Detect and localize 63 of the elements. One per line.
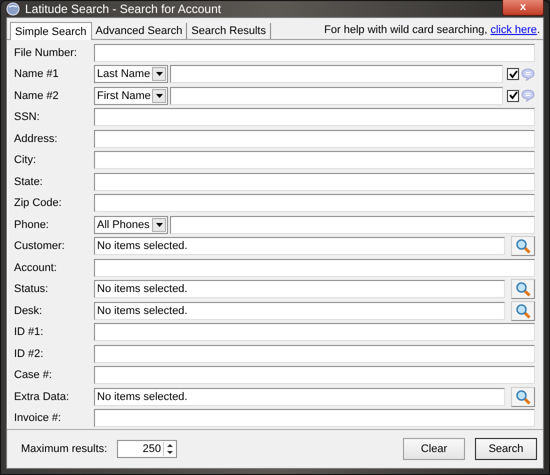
selection-field[interactable]: No items selected.: [94, 388, 505, 406]
dropdown[interactable]: First Name: [94, 86, 168, 105]
input-field[interactable]: [94, 130, 535, 148]
close-button[interactable]: x: [502, 0, 544, 16]
field-label: Status:: [14, 283, 50, 296]
field-label: Extra Data:: [14, 390, 70, 403]
input-field[interactable]: [94, 151, 535, 170]
field-label: Desk:: [14, 304, 44, 317]
search-icon: [515, 388, 531, 405]
search-button[interactable]: [511, 300, 535, 321]
field-label: ID #2:: [14, 348, 44, 360]
window-title: Latitude Search - Search for Account: [25, 2, 222, 16]
help-link[interactable]: click here: [490, 24, 537, 36]
caret-icon: [156, 72, 162, 76]
field-label: File Number:: [14, 46, 78, 59]
action-button[interactable]: Clear: [403, 438, 465, 460]
input-field[interactable]: [170, 86, 503, 105]
input-field[interactable]: [170, 65, 503, 84]
input-field[interactable]: [94, 344, 535, 363]
field-label: Name #1: [14, 68, 60, 80]
caret-icon: [156, 94, 162, 98]
search-icon: [515, 281, 531, 298]
search-icon: [515, 238, 531, 254]
field-label: Customer:: [14, 240, 66, 252]
max-results-label: Maximum results:: [21, 443, 108, 455]
dropdown[interactable]: All Phones: [94, 216, 168, 234]
input-field[interactable]: [94, 194, 535, 212]
field-label: Invoice #:: [14, 412, 62, 424]
field-label: ID #1:: [14, 326, 44, 338]
action-button[interactable]: Search: [475, 438, 537, 460]
dropdown[interactable]: Last Name: [94, 65, 168, 84]
checkbox[interactable]: [507, 68, 519, 80]
input-field[interactable]: [94, 108, 535, 126]
spin-arrows-icon: [166, 442, 174, 456]
number-spinner[interactable]: 250: [117, 440, 177, 458]
input-field[interactable]: [94, 172, 535, 191]
caret-icon: [156, 222, 162, 227]
field-label: Zip Code:: [14, 197, 63, 210]
input-field[interactable]: [94, 366, 535, 384]
input-field[interactable]: [94, 323, 535, 342]
tab[interactable]: Simple Search: [10, 22, 92, 40]
search-button[interactable]: [511, 386, 535, 407]
input-field[interactable]: [170, 216, 535, 234]
input-field[interactable]: [94, 409, 535, 428]
globe-icon: [6, 2, 20, 16]
field-label: Name #2: [14, 90, 60, 102]
field-label: Phone:: [14, 218, 50, 231]
checkbox[interactable]: [507, 90, 519, 102]
search-button[interactable]: [511, 236, 535, 256]
field-label: Account:: [14, 262, 58, 274]
input-field[interactable]: [94, 44, 535, 62]
selection-field[interactable]: No items selected.: [94, 237, 505, 256]
selection-field[interactable]: No items selected.: [94, 302, 505, 320]
field-label: Address:: [14, 132, 58, 145]
search-icon: [515, 302, 531, 319]
field-label: SSN:: [14, 111, 41, 124]
field-label: State:: [14, 176, 44, 188]
search-button[interactable]: [511, 279, 535, 300]
field-label: City:: [14, 154, 37, 166]
selection-field[interactable]: No items selected.: [94, 280, 505, 298]
input-field[interactable]: [94, 258, 535, 277]
field-label: Case #:: [14, 369, 53, 382]
help-text: For help with wild card searching, click here.: [324, 24, 540, 38]
